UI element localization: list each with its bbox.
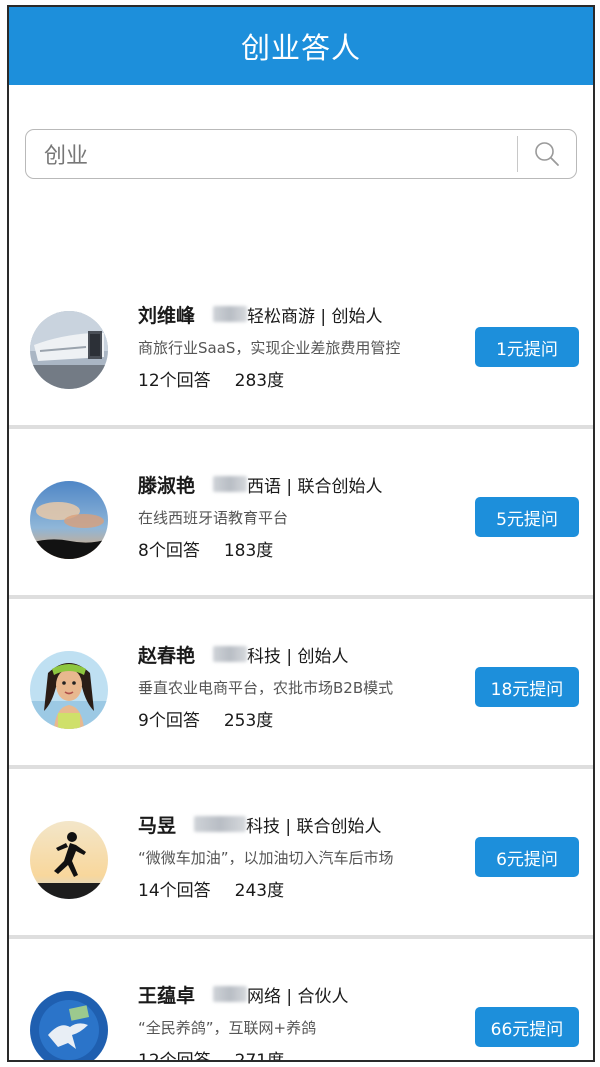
answerer-name: 王蕴卓 bbox=[138, 984, 196, 1007]
ask-question-button[interactable]: 6元提问 bbox=[475, 837, 579, 877]
blurred-company-prefix bbox=[213, 306, 248, 322]
degree-value: 183度 bbox=[223, 541, 274, 561]
degree-value: 283度 bbox=[234, 371, 285, 391]
ask-question-button[interactable]: 66元提问 bbox=[475, 1007, 579, 1047]
avatar[interactable] bbox=[30, 481, 108, 559]
answerer-name: 滕淑艳 bbox=[138, 474, 196, 497]
cartoon-girl-icon bbox=[30, 651, 108, 729]
answerer-stats: 12个回答 283度 bbox=[138, 366, 458, 391]
answer-count: 12个回答 bbox=[138, 1051, 211, 1062]
ask-question-button[interactable]: 5元提问 bbox=[475, 497, 579, 537]
answerer-stats: 12个回答 271度 bbox=[138, 1046, 458, 1062]
answer-count: 12个回答 bbox=[138, 371, 211, 391]
avatar[interactable] bbox=[30, 651, 108, 729]
list-item[interactable]: 马昱 科技 | 联合创始人 “微微车加油”，以加油切入汽车后市场 14个回答 24… bbox=[9, 769, 593, 939]
answerer-company: 科技 | 联合创始人 bbox=[246, 816, 382, 837]
app-frame: 创业答人 创业 刘维峰 轻松商游 | 创始人 商旅行业SaaS，实现企业差旅费用… bbox=[7, 5, 595, 1062]
search-box bbox=[25, 129, 577, 179]
pigeon-icon bbox=[30, 991, 108, 1060]
answerer-company: 轻松商游 | 创始人 bbox=[247, 306, 383, 327]
answerer-company: 网络 | 合伙人 bbox=[247, 986, 349, 1007]
blurred-company-prefix bbox=[194, 816, 247, 832]
answerer-company: 西语 | 联合创始人 bbox=[247, 476, 383, 497]
app-header: 创业答人 bbox=[9, 7, 593, 85]
search-icon bbox=[535, 142, 559, 166]
degree-value: 271度 bbox=[234, 1051, 285, 1062]
airplane-icon bbox=[30, 311, 108, 389]
blurred-company-prefix bbox=[213, 476, 248, 492]
page-title: 创业答人 bbox=[240, 31, 361, 65]
search-input[interactable] bbox=[26, 130, 517, 178]
answerer-name: 马昱 bbox=[138, 814, 177, 837]
answerer-description: “全民养鸽”，互联网+养鸽 bbox=[138, 1019, 317, 1037]
answerer-company: 科技 | 创始人 bbox=[247, 646, 349, 667]
answer-count: 8个回答 bbox=[138, 541, 200, 561]
answerer-list: 刘维峰 轻松商游 | 创始人 商旅行业SaaS，实现企业差旅费用管控 12个回答… bbox=[9, 259, 593, 1062]
answerer-name: 刘维峰 bbox=[138, 304, 196, 327]
search-area bbox=[9, 85, 593, 259]
answerer-info: 马昱 科技 | 联合创始人 “微微车加油”，以加油切入汽车后市场 14个回答 24… bbox=[138, 811, 458, 902]
avatar[interactable] bbox=[30, 311, 108, 389]
answerer-description: “微微车加油”，以加油切入汽车后市场 bbox=[138, 849, 394, 867]
search-button[interactable] bbox=[518, 130, 576, 178]
answerer-description: 在线西班牙语教育平台 bbox=[138, 509, 289, 527]
runner-silhouette-icon bbox=[30, 821, 108, 899]
avatar[interactable] bbox=[30, 821, 108, 899]
list-item[interactable]: 滕淑艳 西语 | 联合创始人 在线西班牙语教育平台 8个回答 183度 5元提问 bbox=[9, 429, 593, 599]
answerer-stats: 14个回答 243度 bbox=[138, 876, 458, 901]
list-item[interactable]: 王蕴卓 网络 | 合伙人 “全民养鸽”，互联网+养鸽 12个回答 271度 66元… bbox=[9, 939, 593, 1062]
list-item[interactable]: 刘维峰 轻松商游 | 创始人 商旅行业SaaS，实现企业差旅费用管控 12个回答… bbox=[9, 259, 593, 429]
degree-value: 253度 bbox=[223, 711, 274, 731]
answerer-info: 赵春艳 科技 | 创始人 垂直农业电商平台，农批市场B2B模式 9个回答 253度 bbox=[138, 641, 458, 732]
answerer-info: 王蕴卓 网络 | 合伙人 “全民养鸽”，互联网+养鸽 12个回答 271度 bbox=[138, 981, 458, 1062]
answerer-stats: 9个回答 253度 bbox=[138, 706, 458, 731]
answer-count: 9个回答 bbox=[138, 711, 200, 731]
answerer-name: 赵春艳 bbox=[138, 644, 196, 667]
avatar[interactable] bbox=[30, 991, 108, 1060]
answerer-description: 垂直农业电商平台，农批市场B2B模式 bbox=[138, 679, 394, 697]
sunset-sky-icon bbox=[30, 481, 108, 559]
ask-question-button[interactable]: 1元提问 bbox=[475, 327, 579, 367]
answerer-description: 商旅行业SaaS，实现企业差旅费用管控 bbox=[138, 339, 401, 357]
degree-value: 243度 bbox=[234, 881, 285, 901]
ask-question-button[interactable]: 18元提问 bbox=[475, 667, 579, 707]
answer-count: 14个回答 bbox=[138, 881, 211, 901]
blurred-company-prefix bbox=[213, 646, 248, 662]
list-item[interactable]: 赵春艳 科技 | 创始人 垂直农业电商平台，农批市场B2B模式 9个回答 253度… bbox=[9, 599, 593, 769]
answerer-info: 刘维峰 轻松商游 | 创始人 商旅行业SaaS，实现企业差旅费用管控 12个回答… bbox=[138, 301, 458, 392]
blurred-company-prefix bbox=[213, 986, 248, 1002]
answerer-info: 滕淑艳 西语 | 联合创始人 在线西班牙语教育平台 8个回答 183度 bbox=[138, 471, 458, 562]
answerer-stats: 8个回答 183度 bbox=[138, 536, 458, 561]
